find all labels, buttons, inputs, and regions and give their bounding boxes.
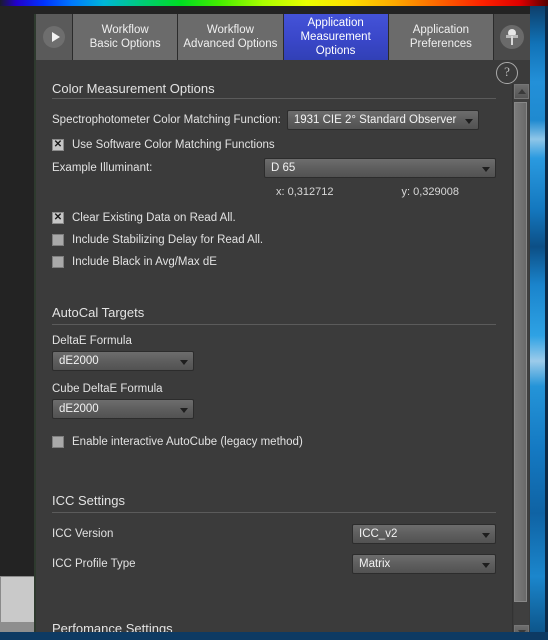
tab-label-line2: Basic Options (89, 38, 161, 50)
icc-version-label: ICC Version (52, 528, 114, 540)
dialog-body: ? Color Measurement Options Spectrophoto… (36, 60, 530, 640)
color-spectrum-strip (0, 0, 548, 6)
use-software-cmf-row[interactable]: ✕ Use Software Color Matching Functions (36, 135, 512, 155)
tab-label-line2: Advanced Options (183, 38, 278, 50)
icc-profile-type-label: ICC Profile Type (52, 558, 136, 570)
section-divider (52, 98, 496, 99)
cube-deltae-formula-value: dE2000 (59, 403, 99, 415)
chevron-down-icon (482, 167, 490, 172)
vertical-scrollbar[interactable] (512, 84, 530, 640)
icc-profile-type-value: Matrix (359, 558, 391, 570)
section-title-color-measurement: Color Measurement Options (52, 84, 215, 96)
include-black-row[interactable]: Include Black in Avg/Max dE (36, 251, 512, 273)
stabilizing-delay-label: Include Stabilizing Delay for Read All. (72, 234, 264, 246)
section-title-autocal: AutoCal Targets (52, 305, 145, 320)
illuminant-label: Example Illuminant: (52, 162, 153, 174)
scroll-up-button[interactable] (514, 84, 529, 99)
tab-label-line2: Preferences (409, 38, 472, 50)
tab-scroll-prev-button[interactable] (36, 14, 73, 60)
deltae-formula-dropdown[interactable]: dE2000 (52, 351, 194, 371)
cube-deltae-formula-label: Cube DeltaE Formula (52, 383, 163, 395)
triangle-up-icon (517, 89, 526, 94)
tab-label-line1: Workflow (101, 24, 149, 36)
settings-content: Color Measurement Options Spectrophotome… (36, 84, 512, 640)
include-black-checkbox[interactable] (52, 256, 64, 268)
chevron-down-icon (482, 563, 490, 568)
tab-application-measurement-options[interactable]: Application Measurement Options (283, 14, 389, 60)
use-software-cmf-label: Use Software Color Matching Functions (72, 139, 275, 151)
icc-version-value: ICC_v2 (359, 528, 398, 540)
settings-dialog: Workflow Basic Options Workflow Advanced… (34, 14, 530, 640)
deltae-formula-value: dE2000 (59, 355, 99, 367)
pin-icon (500, 25, 524, 49)
screen: Workflow Basic Options Workflow Advanced… (0, 0, 548, 640)
section-divider (52, 512, 496, 513)
tab-label-line1: Application (412, 24, 469, 36)
chevron-down-icon (464, 119, 473, 124)
icc-profile-type-dropdown[interactable]: Matrix (352, 554, 496, 574)
illuminant-dropdown[interactable]: D 65 (264, 158, 496, 178)
illuminant-x-value: x: 0,312712 (276, 186, 334, 198)
chevron-down-icon (180, 408, 188, 413)
cmf-label: Spectrophotometer Color Matching Functio… (52, 114, 281, 126)
tab-label-line1: Application (307, 17, 364, 29)
tab-workflow-basic-options[interactable]: Workflow Basic Options (73, 14, 179, 60)
help-row: ? (36, 60, 530, 86)
cmf-dropdown[interactable]: 1931 CIE 2° Standard Observer (286, 110, 479, 130)
enable-autocube-checkbox[interactable] (52, 436, 64, 448)
deltae-formula-label: DeltaE Formula (52, 335, 132, 347)
scrollbar-thumb[interactable] (514, 102, 527, 602)
section-title-icc: ICC Settings (52, 493, 125, 508)
tab-label-line1: Workflow (206, 24, 254, 36)
enable-autocube-row[interactable]: Enable interactive AutoCube (legacy meth… (36, 431, 512, 453)
taskbar[interactable] (0, 632, 548, 640)
stabilizing-delay-checkbox[interactable] (52, 234, 64, 246)
clear-existing-data-checkbox[interactable]: ✕ (52, 212, 64, 224)
stabilizing-delay-row[interactable]: Include Stabilizing Delay for Read All. (36, 229, 512, 251)
tab-label-line2: Measurement Options (300, 31, 371, 57)
tab-application-preferences[interactable]: Application Preferences (388, 14, 494, 60)
cube-deltae-formula-dropdown[interactable]: dE2000 (52, 399, 194, 419)
cmf-dropdown-value: 1931 CIE 2° Standard Observer (293, 114, 457, 126)
clear-existing-data-row[interactable]: ✕ Clear Existing Data on Read All. (36, 207, 512, 229)
tab-bar: Workflow Basic Options Workflow Advanced… (36, 14, 530, 60)
question-mark-icon[interactable]: ? (496, 62, 518, 84)
pin-window-button[interactable] (494, 14, 530, 60)
chevron-down-icon (180, 360, 188, 365)
play-triangle-icon (43, 26, 65, 48)
section-divider (52, 324, 496, 325)
icc-version-dropdown[interactable]: ICC_v2 (352, 524, 496, 544)
scroll-area: Color Measurement Options Spectrophotome… (36, 84, 530, 640)
illuminant-dropdown-value: D 65 (271, 162, 296, 174)
clear-existing-data-label: Clear Existing Data on Read All. (72, 212, 236, 224)
include-black-label: Include Black in Avg/Max dE (72, 256, 217, 268)
chevron-down-icon (482, 533, 490, 538)
background-window-footer (0, 622, 36, 632)
enable-autocube-label: Enable interactive AutoCube (legacy meth… (72, 436, 303, 448)
illuminant-y-value: y: 0,329008 (401, 186, 460, 198)
tab-workflow-advanced-options[interactable]: Workflow Advanced Options (178, 14, 284, 60)
use-software-cmf-checkbox[interactable]: ✕ (52, 139, 64, 151)
